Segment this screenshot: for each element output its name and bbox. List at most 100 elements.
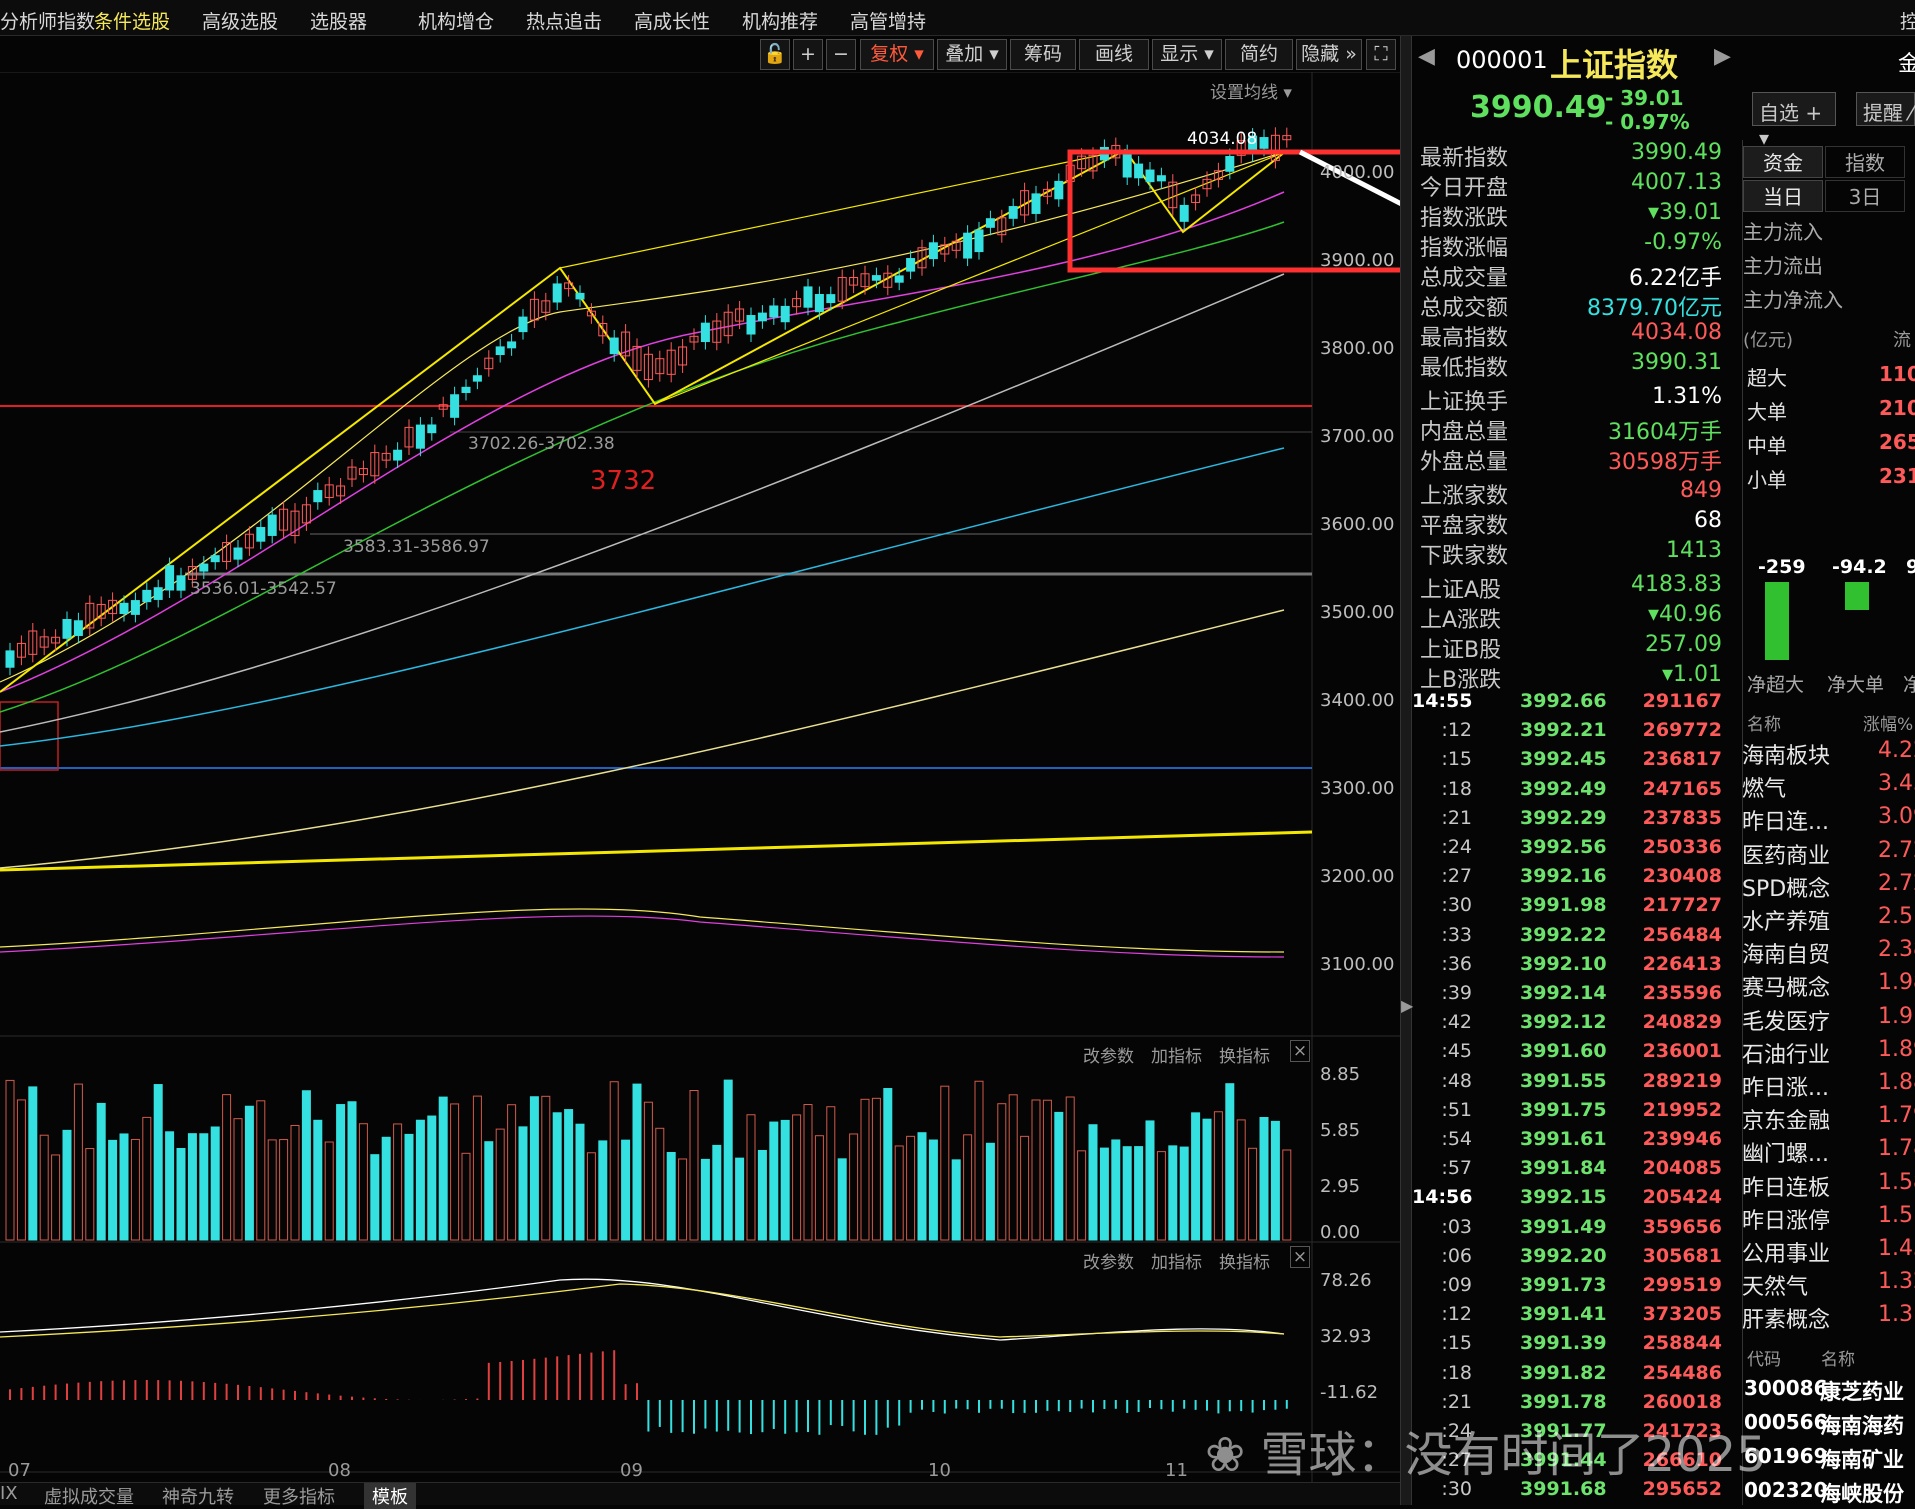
stock-name-cell[interactable]: 海南海药 [1820, 1410, 1904, 1440]
panel-divider[interactable]: ▶ [1400, 36, 1413, 1505]
sector-row[interactable]: 海南自贸 2.38 [1742, 937, 1915, 970]
kline-chart[interactable] [0, 72, 1400, 1505]
volume-bar [1270, 1120, 1280, 1241]
sector-row[interactable]: 昨日涨停 1.51 [1742, 1203, 1915, 1236]
tick-row: 14:55 3992.66 291167 [1412, 690, 1730, 719]
sector-row[interactable]: SPD概念 2.72 [1742, 871, 1915, 904]
candle-body [267, 514, 277, 536]
lock-icon[interactable]: 🔓 [760, 39, 790, 70]
volume-bar [62, 1129, 72, 1241]
plus-icon[interactable]: + [793, 39, 823, 70]
quote-value: ▾40.96 [1647, 602, 1722, 627]
vol-add-link[interactable]: 加指标 [1151, 1042, 1202, 1067]
tick-row: :57 3991.84 204085 [1412, 1157, 1730, 1186]
tick-price: 3992.49 [1520, 777, 1607, 800]
tab-template[interactable]: 模板 [364, 1483, 416, 1509]
tick-row: :45 3991.60 236001 [1412, 1040, 1730, 1069]
volume-bar [176, 1147, 186, 1241]
sector-row[interactable]: 燃气 3.45 [1742, 771, 1915, 804]
stock-name-cell[interactable]: 康芝药业 [1820, 1376, 1904, 1406]
sector-header-rate[interactable]: 涨幅% [1863, 710, 1913, 735]
nav-item-0[interactable]: 分析师指数 [0, 7, 95, 34]
sector-row[interactable]: 赛马概念 1.98 [1742, 970, 1915, 1003]
tick-time: :30 [1441, 894, 1472, 917]
sector-name: 天然气 [1742, 1275, 1809, 1301]
sector-row[interactable]: 昨日连... 3.09 [1742, 804, 1915, 837]
vol-param-link[interactable]: 改参数 [1083, 1042, 1134, 1067]
nav-item-8[interactable]: 高管增持 [850, 7, 926, 34]
tick-price: 3992.66 [1520, 690, 1607, 712]
sector-row[interactable]: 昨日涨... 1.88 [1742, 1070, 1915, 1103]
stock-header-name[interactable]: 名称 [1821, 1345, 1855, 1370]
sector-header-name[interactable]: 名称 [1747, 710, 1781, 735]
tab-fund[interactable]: 资金 [1743, 146, 1823, 178]
sector-row[interactable]: 幽门螺... 1.78 [1742, 1136, 1915, 1169]
volume-bar [826, 1106, 836, 1241]
macd-param-link[interactable]: 改参数 [1083, 1248, 1134, 1273]
watchlist-button[interactable]: 自选 + ▾ [1752, 92, 1836, 150]
nav-item-5[interactable]: 热点追击 [526, 7, 602, 34]
sector-row[interactable]: 昨日连板 1.58 [1742, 1170, 1915, 1203]
stock-name-cell[interactable]: 海峡股份 [1820, 1478, 1904, 1508]
fund-row-key: 中单 [1747, 434, 1787, 458]
sector-row[interactable]: 水产养殖 2.51 [1742, 904, 1915, 937]
next-icon[interactable]: ▶ [1714, 44, 1731, 69]
vol-swap-link[interactable]: 换指标 [1219, 1042, 1270, 1067]
tab-ix[interactable]: IX [0, 1483, 18, 1504]
nav-item-2[interactable]: 高级选股 [202, 7, 278, 34]
candle-body [871, 275, 881, 281]
hide-button[interactable]: 隐藏 » [1296, 39, 1362, 70]
candle-body [894, 275, 904, 283]
volume-bar [849, 1133, 859, 1241]
tab-more-indicators[interactable]: 更多指标 [263, 1483, 335, 1509]
close-icon[interactable]: × [1290, 1040, 1310, 1062]
sector-row[interactable]: 天然气 1.32 [1742, 1269, 1915, 1302]
alert-button[interactable]: 提醒 ⁄ [1856, 92, 1915, 126]
expand-icon[interactable]: ⛶ [1366, 39, 1396, 70]
volume-bar [393, 1123, 403, 1241]
sector-row[interactable]: 海南板块 4.22 [1742, 738, 1915, 771]
sector-row[interactable]: 医药商业 2.72 [1742, 838, 1915, 871]
nav-item-7[interactable]: 机构推荐 [742, 7, 818, 34]
macd-swap-link[interactable]: 换指标 [1219, 1248, 1270, 1273]
fuquan-button[interactable]: 复权 ▾ [860, 39, 934, 70]
simple-button[interactable]: 简约 [1225, 39, 1293, 70]
volume-bar [632, 1083, 642, 1241]
tab-3day[interactable]: 3日 [1825, 180, 1905, 212]
nav-item-4[interactable]: 机构增仓 [418, 7, 494, 34]
overlay-button[interactable]: 叠加 ▾ [937, 39, 1007, 70]
sector-row[interactable]: 石油行业 1.89 [1742, 1037, 1915, 1070]
sector-name: 幽门螺... [1742, 1142, 1829, 1168]
stock-name-cell[interactable]: 海南矿业 [1820, 1444, 1904, 1474]
tick-price: 3992.12 [1520, 1011, 1607, 1034]
tick-time: 14:56 [1412, 1186, 1473, 1209]
tick-volume: 236817 [1642, 748, 1722, 771]
chips-button[interactable]: 筹码 [1010, 39, 1076, 70]
draw-button[interactable]: 画线 [1079, 39, 1149, 70]
tab-magic-nine[interactable]: 神奇九转 [162, 1483, 234, 1509]
prev-icon[interactable]: ◀ [1418, 44, 1435, 69]
set-ma-link[interactable]: 设置均线 ▾ [1210, 78, 1292, 103]
candle-body [906, 258, 916, 272]
sector-row[interactable]: 公用事业 1.43 [1742, 1236, 1915, 1269]
price-tick: 3900.00 [1320, 250, 1395, 271]
stock-header-code[interactable]: 代码 [1747, 1345, 1781, 1370]
minus-icon[interactable]: − [826, 39, 856, 70]
nav-item-1[interactable]: 条件选股 [94, 7, 170, 34]
sector-row[interactable]: 京东金融 1.79 [1742, 1103, 1915, 1136]
tab-today[interactable]: 当日 [1743, 180, 1823, 212]
stock-code-cell[interactable]: 300086 [1744, 1376, 1828, 1400]
quote-row: 上证A股 4183.83 [1420, 572, 1730, 603]
sector-row[interactable]: 肝素概念 1.31 [1742, 1302, 1915, 1335]
tab-virtual-volume[interactable]: 虚拟成交量 [44, 1483, 134, 1509]
close-icon[interactable]: × [1290, 1246, 1310, 1268]
display-button[interactable]: 显示 ▾ [1152, 39, 1222, 70]
quote-row: 上涨家数 849 [1420, 478, 1730, 509]
nav-item-6[interactable]: 高成长性 [634, 7, 710, 34]
nav-item-3[interactable]: 选股器 [310, 7, 367, 34]
nav-item-right[interactable]: 控 [1900, 7, 1915, 34]
macd-add-link[interactable]: 加指标 [1151, 1248, 1202, 1273]
tab-index[interactable]: 指数 [1825, 146, 1905, 178]
tick-time: :09 [1441, 1274, 1472, 1296]
sector-row[interactable]: 毛发医疗 1.91 [1742, 1004, 1915, 1037]
